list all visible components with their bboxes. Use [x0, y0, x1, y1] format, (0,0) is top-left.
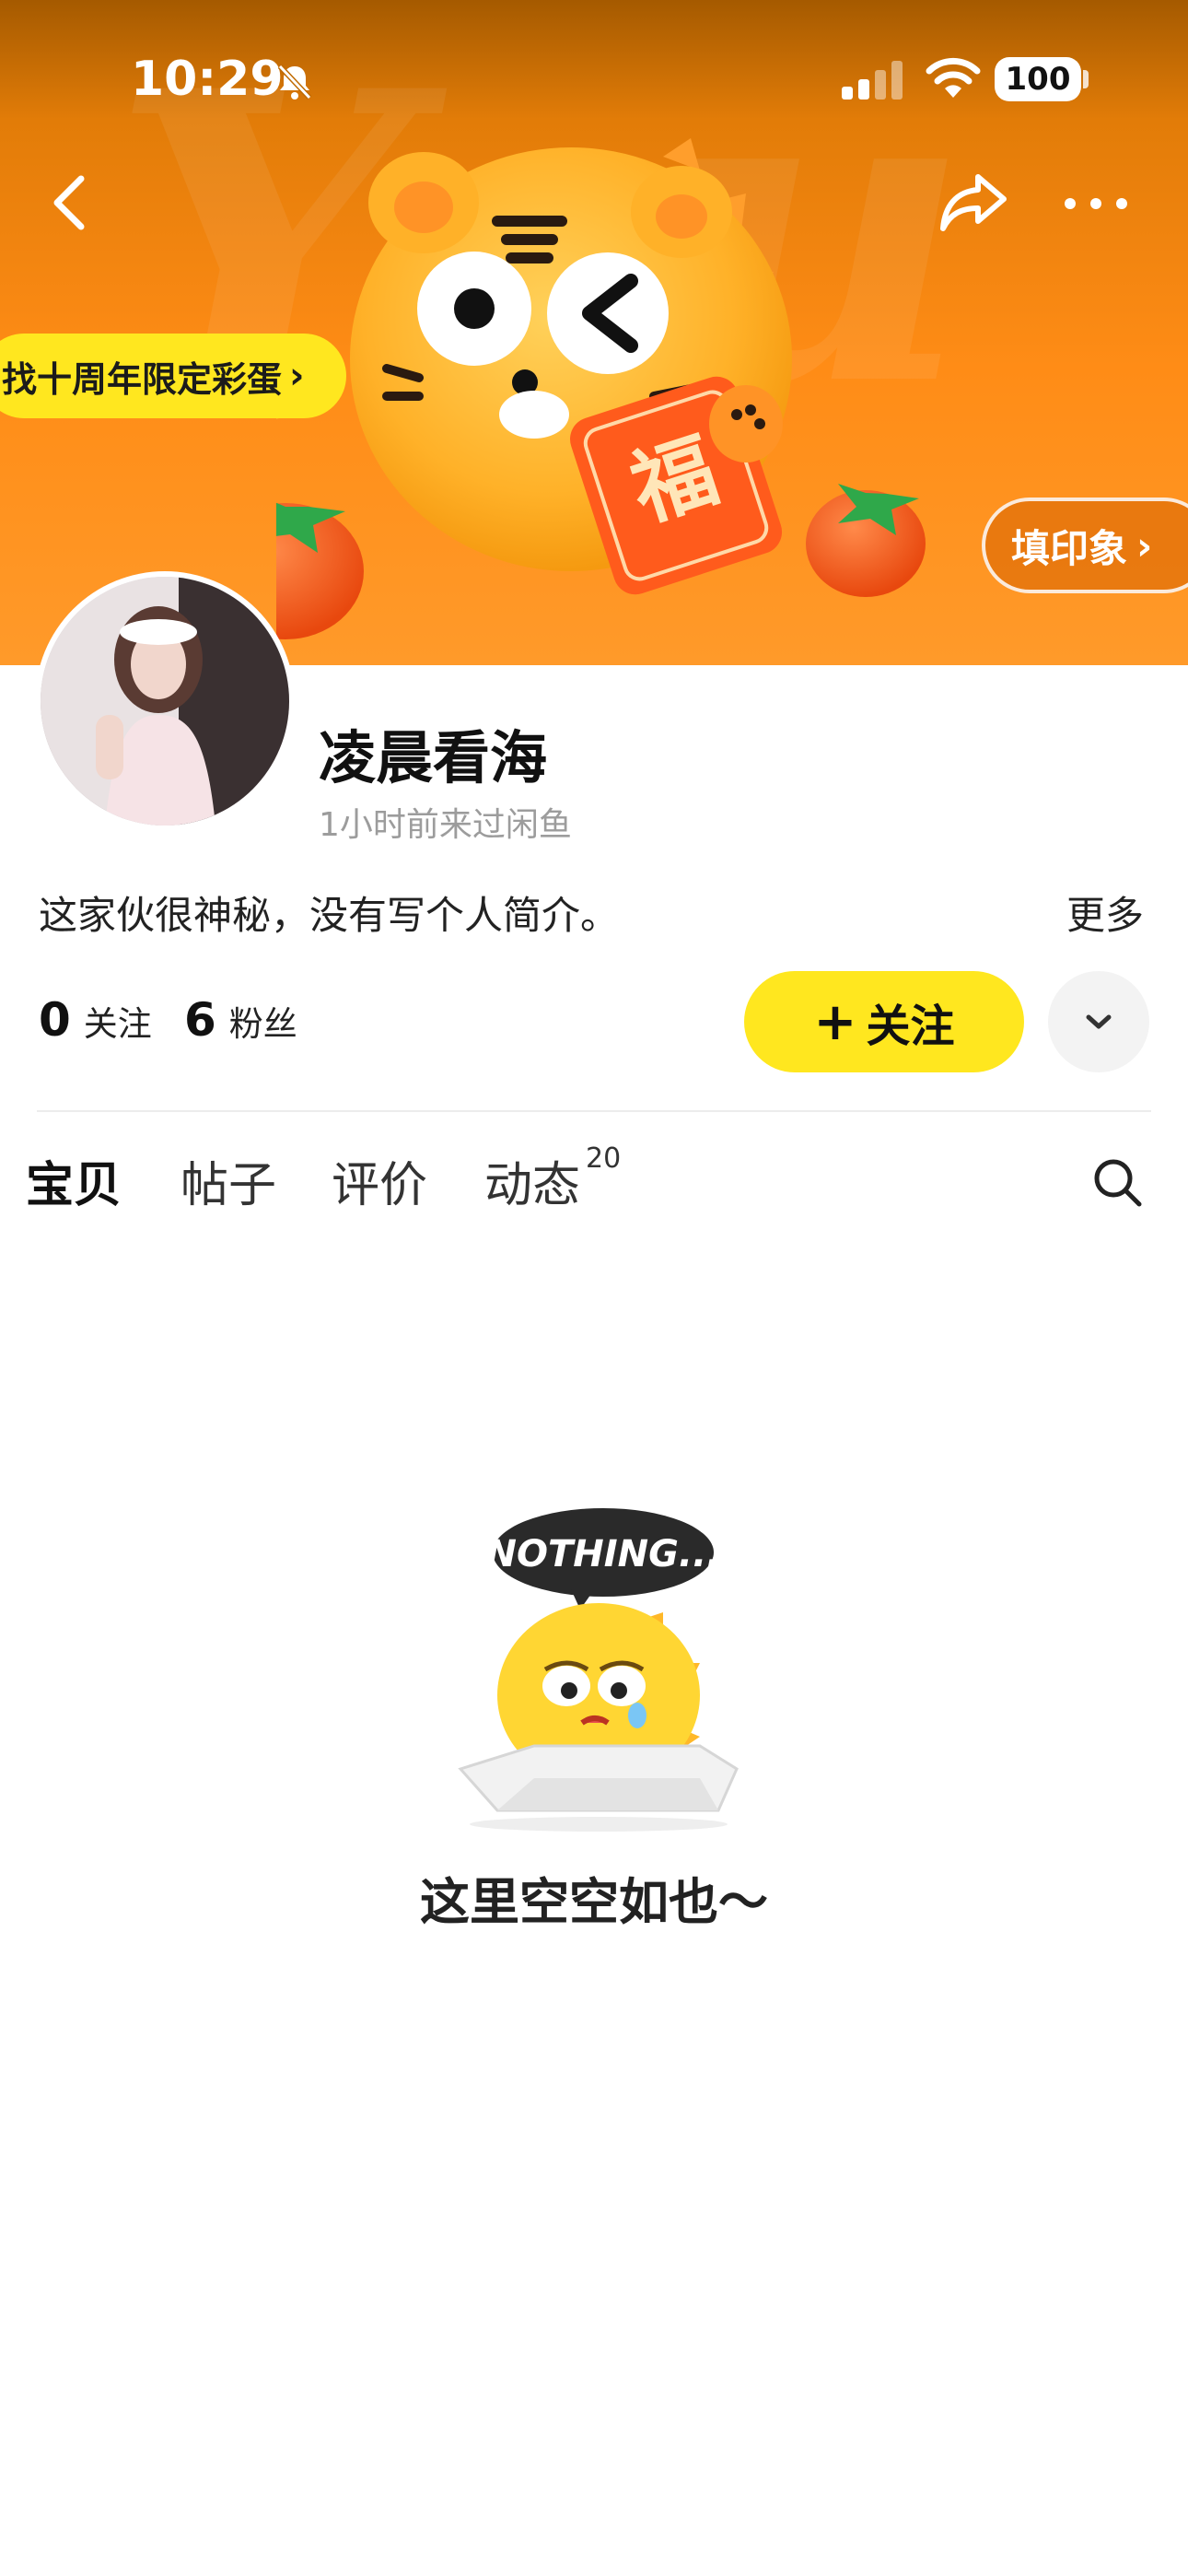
more-icon[interactable] — [1059, 181, 1133, 227]
mascot-illustration: 福 — [276, 138, 926, 639]
more-actions-button[interactable] — [1048, 971, 1149, 1072]
chevron-right-icon: › — [289, 355, 305, 397]
divider — [37, 1110, 1151, 1112]
status-bar: 10:29 100 — [0, 0, 1188, 157]
tab-moments[interactable]: 动态 — [484, 1146, 580, 1215]
empty-state-illustration: NOTHING... — [458, 1508, 739, 1832]
nothing-badge-text: NOTHING... — [485, 1533, 720, 1575]
tab-posts[interactable]: 帖子 — [181, 1146, 276, 1215]
empty-state-message: 这里空空如也～ — [420, 1873, 768, 1931]
follow-label: 关注 — [866, 1001, 955, 1052]
signal-icon — [842, 61, 903, 100]
easter-egg-button[interactable]: 找十周年限定彩蛋 › — [0, 334, 346, 418]
last-visit-text: 1小时前来过闲鱼 — [319, 806, 572, 844]
battery-tip — [1083, 70, 1089, 88]
impression-label: 填印象 — [1011, 525, 1128, 571]
avatar[interactable] — [35, 571, 295, 831]
tab-items[interactable]: 宝贝 — [24, 1146, 126, 1215]
tab-reviews[interactable]: 评价 — [332, 1146, 427, 1215]
chevron-down-icon — [1086, 1014, 1112, 1029]
avatar-image — [41, 577, 289, 825]
tab-items-label: 宝贝 — [26, 1158, 122, 1213]
fans-stat[interactable]: 6 粉丝 — [184, 993, 297, 1047]
bio-more-link[interactable]: 更多 — [1066, 884, 1144, 941]
search-icon[interactable] — [1090, 1155, 1144, 1209]
tab-moments-count: 20 — [586, 1142, 622, 1175]
back-icon[interactable] — [44, 166, 96, 240]
impression-button[interactable]: 填印象 › — [982, 498, 1188, 593]
following-stat[interactable]: 0 关注 — [39, 993, 152, 1047]
following-label: 关注 — [83, 1004, 152, 1044]
share-icon[interactable] — [936, 170, 1009, 234]
bell-mute-icon — [277, 64, 312, 100]
status-time: 10:29 — [131, 52, 284, 107]
fans-label: 粉丝 — [228, 1004, 297, 1044]
profile-bio: 这家伙很神秘，没有写个人简介。 — [39, 893, 620, 938]
plus-icon: + — [813, 991, 857, 1052]
profile-name: 凌晨看海 — [319, 724, 548, 791]
profile-banner: Y u 福 10:29 100 找十周年限定彩蛋 › 填印象 › — [0, 0, 1188, 665]
follow-button[interactable]: + 关注 — [744, 971, 1024, 1072]
battery-icon: 100 — [995, 57, 1081, 101]
easter-egg-label: 找十周年限定彩蛋 — [2, 358, 283, 400]
fans-count: 6 — [184, 993, 216, 1047]
wifi-icon — [926, 57, 981, 98]
chevron-right-icon: › — [1136, 522, 1153, 568]
following-count: 0 — [39, 993, 71, 1047]
